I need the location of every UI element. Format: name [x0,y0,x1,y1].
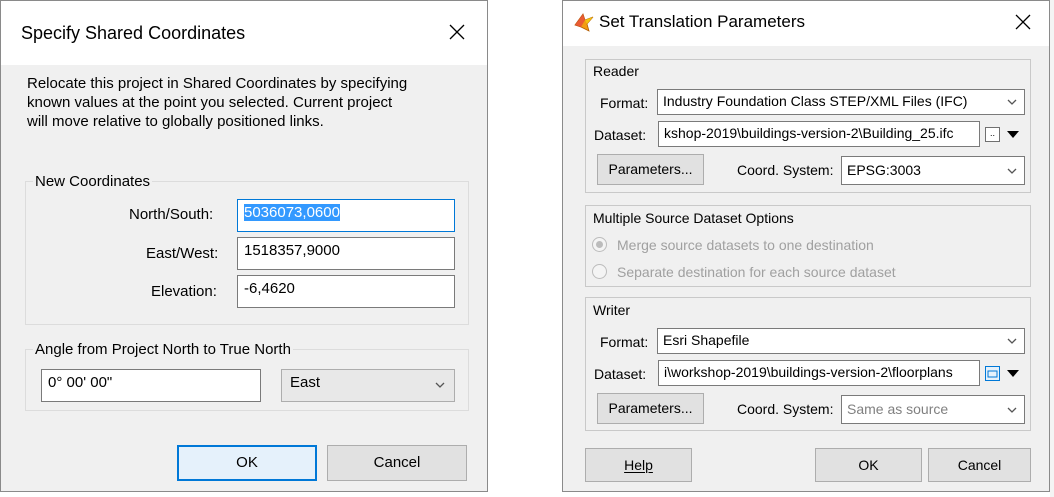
background-window-edge [1050,0,1054,497]
east-west-label: East/West: [146,245,219,262]
writer-dataset-input[interactable]: i\workshop-2019\buildings-version-2\floo… [658,360,980,386]
title-bar: Set Translation Parameters [563,1,1049,46]
ok-button[interactable]: OK [177,445,317,481]
reader-format-dropdown[interactable]: Industry Foundation Class STEP/XML Files… [657,89,1025,115]
writer-coord-dropdown[interactable]: Same as source [841,395,1025,424]
reader-dataset-dropdown-icon[interactable] [1007,131,1019,138]
reader-parameters-button[interactable]: Parameters... [597,154,704,185]
north-south-value: 5036073,0600 [244,204,340,221]
writer-browse-button[interactable] [985,366,1000,381]
cancel-button[interactable]: Cancel [327,445,467,481]
dialog-title: Set Translation Parameters [599,12,805,31]
north-south-input[interactable]: 5036073,0600 [237,199,455,232]
folder-icon [987,370,998,378]
help-button[interactable]: Help [585,448,692,482]
elevation-input[interactable]: -6,4620 [237,275,455,308]
close-button[interactable] [1003,3,1043,43]
description-line: Relocate this project in Shared Coordina… [27,75,408,92]
description-line: known values at the point you selected. … [27,94,393,111]
reader-coord-dropdown[interactable]: EPSG:3003 [841,156,1025,185]
description-line: will move relative to globally positione… [27,113,324,130]
writer-dataset-dropdown-icon[interactable] [1007,370,1019,377]
writer-dataset-label: Dataset: [594,366,647,382]
direction-dropdown[interactable]: East [281,369,455,402]
direction-value: East [290,374,321,391]
help-button-label: Help [624,457,653,473]
angle-label: Angle from Project North to True North [33,341,293,358]
new-coordinates-label: New Coordinates [33,173,153,190]
reader-coord-value: EPSG:3003 [847,162,921,178]
writer-format-label: Format: [600,334,649,350]
angle-input[interactable]: 0° 00' 00" [41,369,261,402]
reader-format-label: Format: [600,95,649,111]
reader-browse-button[interactable]: .. [985,127,1000,142]
reader-format-value: Industry Foundation Class STEP/XML Files… [663,93,968,109]
merge-radio[interactable] [592,237,607,252]
chevron-down-icon [1007,338,1017,344]
dialog-title: Specify Shared Coordinates [21,23,246,43]
close-button[interactable] [437,13,477,53]
chevron-down-icon [1007,99,1017,105]
chevron-down-icon [1007,407,1017,413]
chevron-down-icon [1007,168,1017,174]
multi-section-label: Multiple Source Dataset Options [593,210,794,226]
chevron-down-icon [435,382,445,388]
fme-app-icon [573,11,595,33]
reader-dataset-label: Dataset: [594,127,647,143]
writer-section-label: Writer [593,302,631,318]
separate-radio[interactable] [592,264,607,279]
elevation-label: Elevation: [151,283,217,300]
separate-radio-label: Separate destination for each source dat… [617,264,896,280]
reader-dataset-input[interactable]: kshop-2019\buildings-version-2\Building_… [658,121,980,147]
description-text: Relocate this project in Shared Coordina… [27,74,467,131]
writer-parameters-button[interactable]: Parameters... [597,393,704,424]
set-translation-parameters-dialog: Set Translation Parameters Reader Format… [562,0,1050,492]
writer-format-dropdown[interactable]: Esri Shapefile [657,328,1025,354]
reader-coord-label: Coord. System: [737,162,834,178]
writer-coord-label: Coord. System: [737,401,834,417]
writer-format-value: Esri Shapefile [663,332,750,348]
background-window [488,0,562,497]
ok-button[interactable]: OK [815,448,922,482]
title-bar: Specify Shared Coordinates [1,1,487,65]
east-west-input[interactable]: 1518357,9000 [237,237,455,270]
writer-coord-value: Same as source [847,401,949,417]
close-icon [449,24,465,40]
cancel-button[interactable]: Cancel [928,448,1031,482]
merge-radio-label: Merge source datasets to one destination [617,237,874,253]
specify-shared-coordinates-dialog: Specify Shared Coordinates Relocate this… [0,0,488,492]
reader-section-label: Reader [593,63,639,79]
north-south-label: North/South: [129,206,214,223]
close-icon [1015,14,1031,30]
